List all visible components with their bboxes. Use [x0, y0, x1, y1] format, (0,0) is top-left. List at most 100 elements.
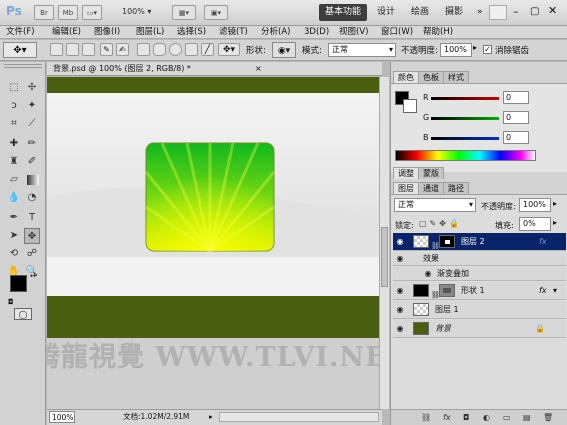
workspace-design[interactable]: 设计: [371, 4, 401, 21]
crop-tool-icon[interactable]: ⌗: [6, 116, 22, 132]
screen-mode-button[interactable]: ▣▾: [204, 5, 228, 20]
scrollbar-thumb[interactable]: [381, 227, 388, 287]
menu-filter[interactable]: 滤镜(T): [219, 26, 248, 39]
menu-layer[interactable]: 图层(L): [136, 26, 164, 39]
close-document-icon[interactable]: ×: [255, 62, 262, 76]
swap-colors-icon[interactable]: ↔: [30, 272, 36, 280]
new-layer-icon[interactable]: ▤: [523, 410, 531, 425]
opacity-input[interactable]: 100%: [440, 43, 472, 57]
visibility-eye-icon[interactable]: ◉: [395, 305, 405, 315]
visibility-eye-icon[interactable]: ◉: [423, 269, 433, 279]
history-brush-icon[interactable]: ✐: [24, 154, 40, 170]
tab-adjustments[interactable]: 调整: [393, 167, 419, 179]
expand-effects-icon[interactable]: ▾: [553, 282, 557, 300]
status-zoom-field[interactable]: 100%: [49, 411, 75, 423]
search-box[interactable]: [489, 5, 507, 20]
blend-mode-select[interactable]: 正常 ▾: [394, 198, 476, 212]
layer-row-layer-2[interactable]: ◉ ⛓ 图层 2 fx: [393, 233, 566, 251]
path-selection-icon[interactable]: ➤: [6, 228, 22, 244]
visibility-eye-icon[interactable]: ◉: [395, 237, 405, 247]
menu-image[interactable]: 图像(I): [94, 26, 120, 39]
fill-input[interactable]: 0%: [519, 217, 551, 231]
marquee-tool-icon[interactable]: ⬚: [6, 80, 22, 96]
tab-paths[interactable]: 路径: [443, 182, 469, 194]
document-tab[interactable]: 背景.psd @ 100% (图层 2, RGB/8) * ×: [47, 62, 382, 76]
pen-tool-icon[interactable]: ✎: [100, 43, 113, 56]
layer-row-shape-1[interactable]: ◉ ⛓ 形状 1 fx ▾: [393, 282, 566, 300]
gradient-overlay-effect-row[interactable]: ◉ 渐变叠加: [393, 267, 566, 281]
menu-view[interactable]: 视图(V): [339, 26, 368, 39]
red-value-input[interactable]: 0: [503, 91, 529, 104]
menu-window[interactable]: 窗口(W): [381, 26, 413, 39]
close-icon[interactable]: ✕: [548, 5, 557, 17]
fill-pixels-button[interactable]: [82, 43, 95, 56]
layer-row-layer-1[interactable]: ◉ 图层 1: [393, 301, 566, 319]
quick-mask-icon[interactable]: ◯: [14, 308, 32, 320]
shape-picker[interactable]: ◉▾: [272, 42, 296, 58]
visibility-eye-icon[interactable]: ◉: [395, 286, 405, 296]
menu-edit[interactable]: 编辑(E): [52, 26, 81, 39]
quick-selection-icon[interactable]: ✦: [24, 98, 40, 114]
toolbox-grip[interactable]: [4, 64, 42, 68]
add-mask-icon[interactable]: ◘: [463, 410, 469, 425]
rounded-rectangle-tool-icon[interactable]: [153, 43, 166, 56]
eraser-tool-icon[interactable]: ▱: [6, 172, 22, 188]
fx-badge[interactable]: fx: [539, 282, 547, 300]
menu-file[interactable]: 文件(F): [6, 26, 35, 39]
layer-opacity-input[interactable]: 100%: [519, 198, 551, 212]
3d-orbit-icon[interactable]: ☍: [24, 246, 40, 262]
background-color-swatch[interactable]: [403, 99, 417, 113]
foreground-color-swatch[interactable]: [10, 275, 27, 292]
blue-slider[interactable]: [431, 137, 499, 140]
maximize-icon[interactable]: ▢: [530, 6, 539, 18]
vertical-scrollbar[interactable]: [379, 77, 389, 409]
fill-arrow-icon[interactable]: ▸: [553, 218, 557, 227]
more-workspaces-button[interactable]: »: [471, 4, 489, 21]
menu-help[interactable]: 帮助(H): [423, 26, 453, 39]
opacity-arrow-icon[interactable]: ▸: [473, 43, 477, 52]
color-ramp[interactable]: [395, 150, 536, 161]
new-group-icon[interactable]: ▭: [503, 410, 511, 425]
custom-shape-tool-icon[interactable]: ✥: [24, 228, 40, 244]
tab-swatches[interactable]: 色板: [418, 71, 444, 83]
workspace-photography[interactable]: 摄影: [439, 4, 469, 21]
antialias-checkbox[interactable]: ✓: [483, 45, 492, 54]
zoom-level-menu[interactable]: 100% ▾: [122, 7, 151, 16]
tool-preset-picker[interactable]: ✥▾: [3, 42, 37, 58]
tab-styles[interactable]: 样式: [443, 71, 469, 83]
menu-3d[interactable]: 3D(D): [304, 26, 329, 39]
minibridge-button[interactable]: Mb: [58, 5, 78, 20]
workspace-painting[interactable]: 绘画: [405, 4, 435, 21]
visibility-eye-icon[interactable]: ◉: [395, 324, 405, 334]
arrange-documents-button[interactable]: ▦▾: [172, 5, 196, 20]
minimize-icon[interactable]: –: [513, 6, 519, 18]
adjustment-layer-icon[interactable]: ◐: [483, 410, 490, 425]
fx-badge[interactable]: fx: [539, 233, 547, 251]
green-value-input[interactable]: 0: [503, 111, 529, 124]
link-layers-icon[interactable]: ⛓: [421, 410, 431, 425]
mode-select[interactable]: 正常 ▾: [328, 43, 396, 57]
type-tool-icon[interactable]: T: [24, 210, 40, 226]
red-slider[interactable]: [431, 97, 499, 100]
shape-layers-button[interactable]: [50, 43, 63, 56]
tab-color[interactable]: 颜色: [393, 71, 419, 83]
rectangle-tool-icon[interactable]: [137, 43, 150, 56]
gradient-tool-icon[interactable]: [27, 175, 39, 185]
dodge-tool-icon[interactable]: ◔: [24, 190, 40, 206]
menu-analysis[interactable]: 分析(A): [261, 26, 290, 39]
custom-shape-tool-icon[interactable]: ✥▾: [218, 43, 240, 56]
visibility-eye-icon[interactable]: ◉: [395, 254, 405, 264]
brush-tool-icon[interactable]: ✏: [24, 136, 40, 152]
bridge-button[interactable]: Br: [34, 5, 54, 20]
layer-effects-row[interactable]: ◉ 效果: [393, 252, 566, 266]
horizontal-scrollbar[interactable]: [219, 412, 379, 422]
healing-brush-icon[interactable]: ✚: [6, 136, 22, 152]
blue-value-input[interactable]: 0: [503, 131, 529, 144]
layer-row-background[interactable]: ◉ 背景 🔒: [393, 320, 566, 338]
paths-button[interactable]: [66, 43, 79, 56]
opacity-arrow-icon[interactable]: ▸: [553, 199, 557, 208]
eyedropper-icon[interactable]: ⟋: [24, 116, 40, 132]
add-style-icon[interactable]: fx: [443, 410, 451, 425]
default-colors-icon[interactable]: ◘: [8, 298, 14, 306]
freeform-pen-icon[interactable]: ✍: [116, 43, 129, 56]
